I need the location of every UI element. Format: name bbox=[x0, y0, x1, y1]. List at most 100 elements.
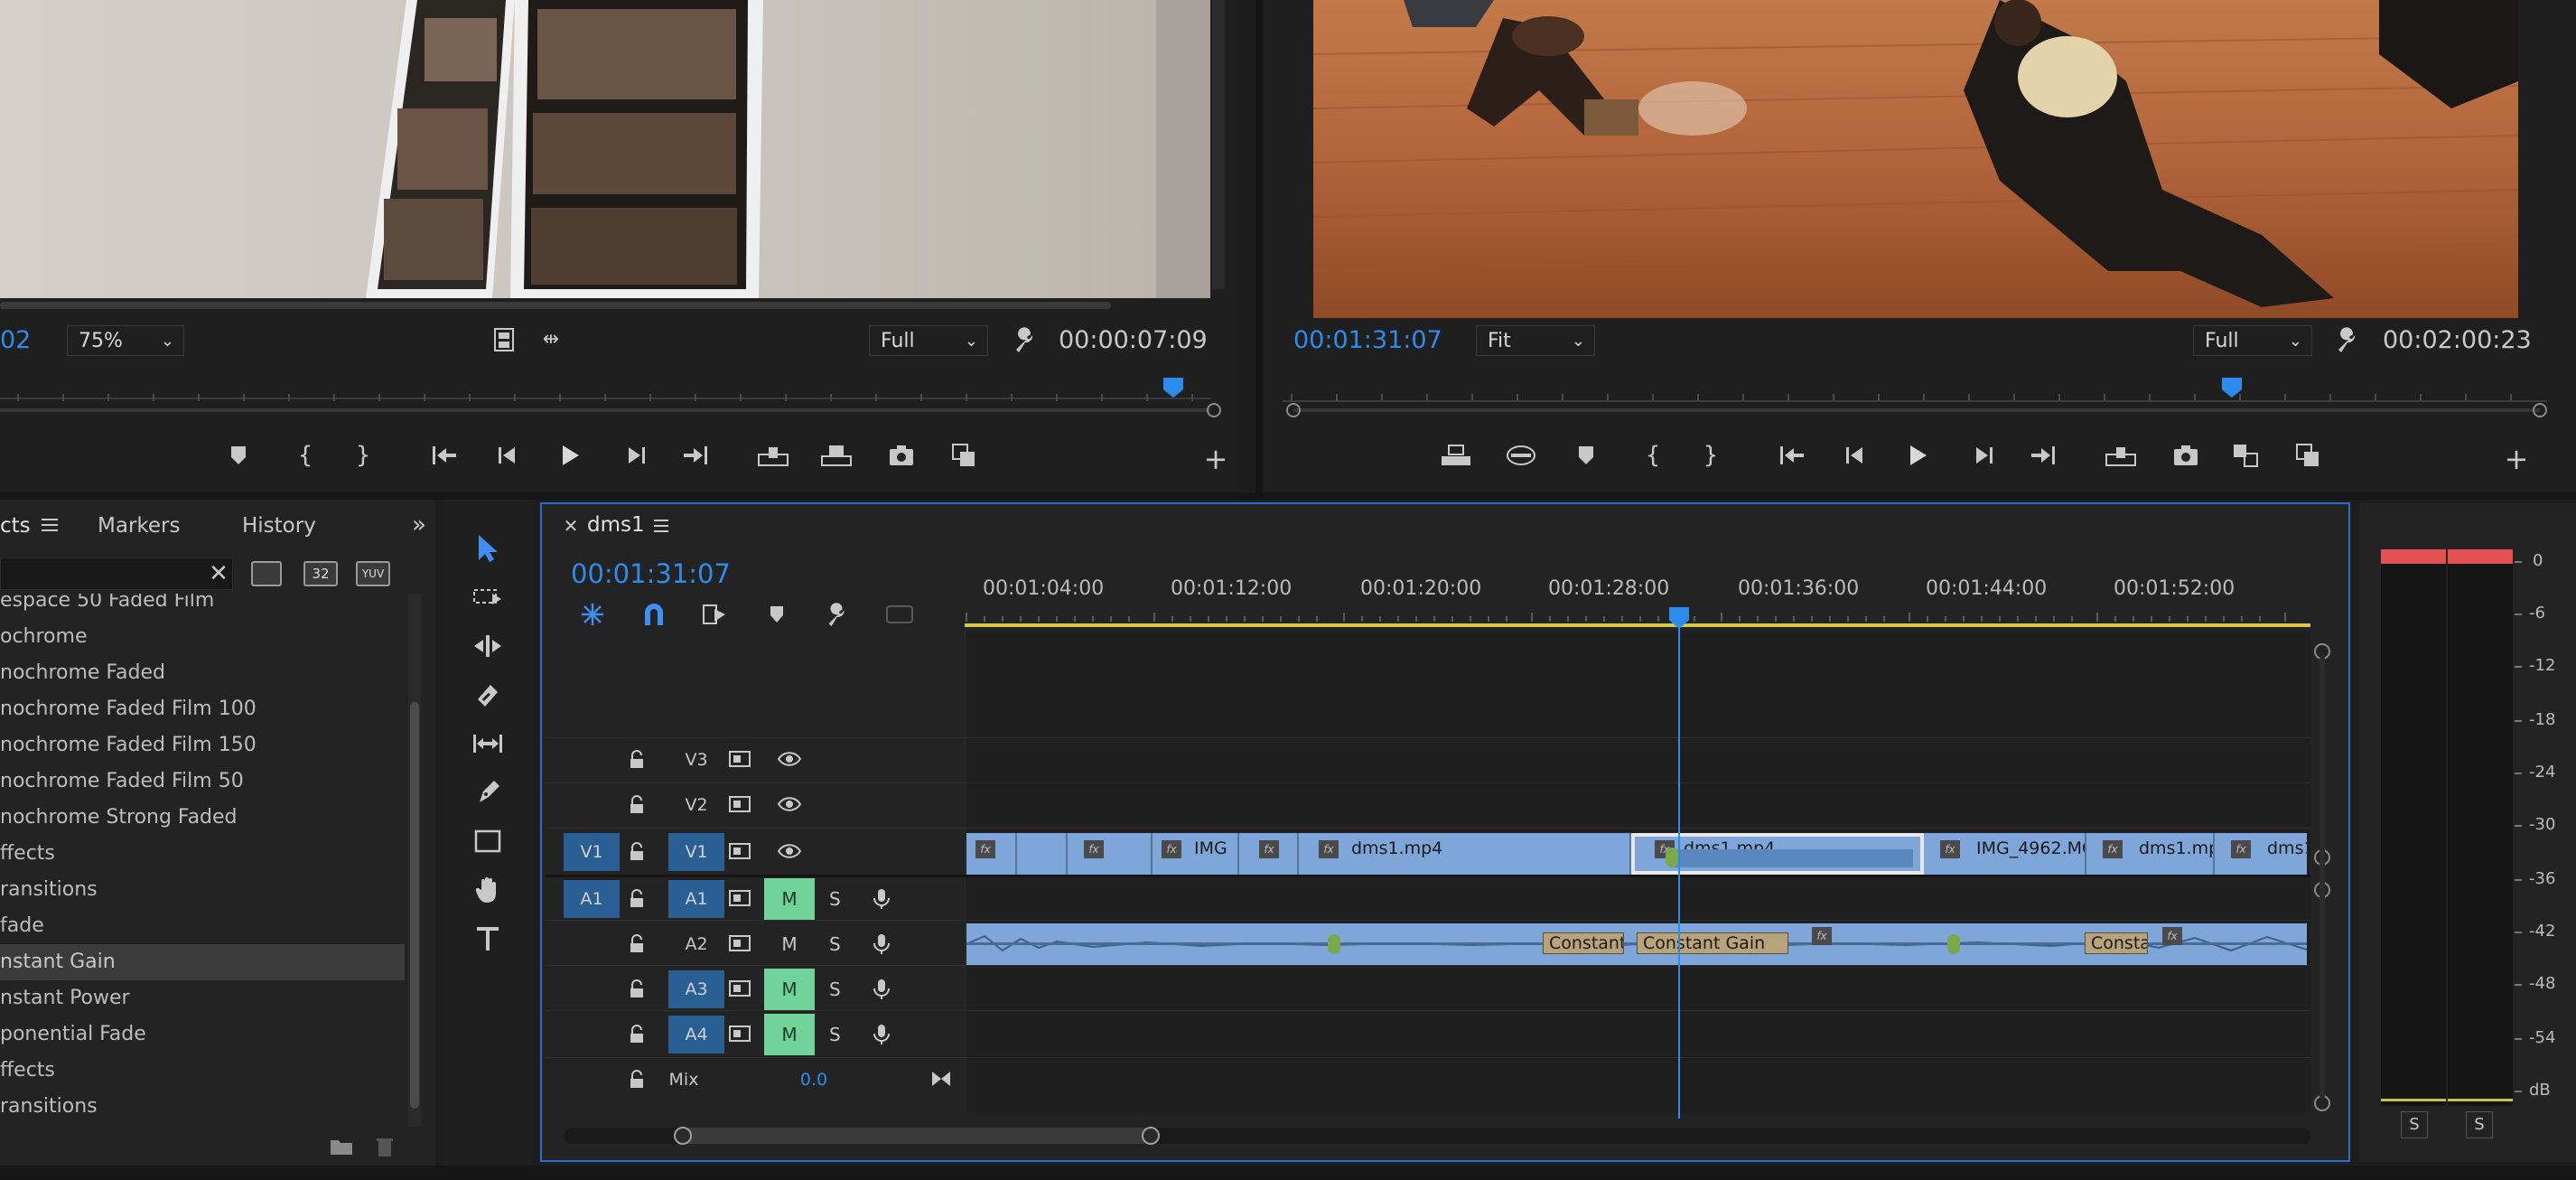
audio-transition-constant[interactable]: Constant bbox=[1543, 932, 1624, 954]
mix-volume-value[interactable]: 0.0 bbox=[786, 1061, 842, 1099]
list-item[interactable]: ffects bbox=[0, 1053, 405, 1089]
hamburger-menu-icon[interactable] bbox=[654, 519, 668, 532]
monitor-divider[interactable] bbox=[1255, 0, 1263, 492]
32-bit-effects-badge[interactable]: 32 bbox=[303, 561, 338, 586]
a2-audio-clip[interactable]: Constant Constant Gain fx Consta fx bbox=[966, 923, 2307, 965]
list-item[interactable]: ponential Fade bbox=[0, 1016, 405, 1053]
toggle-output-eye-icon[interactable] bbox=[777, 750, 802, 772]
program-zoom-handle-right[interactable] bbox=[2533, 403, 2547, 417]
snap-magnet-icon[interactable] bbox=[636, 596, 672, 632]
source-zoom-bar[interactable] bbox=[0, 408, 1210, 412]
track-lock-icon[interactable] bbox=[629, 889, 645, 913]
go-to-end-bowtie-icon[interactable] bbox=[930, 1070, 952, 1091]
add-marker-icon[interactable] bbox=[759, 596, 795, 632]
lift-icon[interactable] bbox=[1438, 437, 1474, 473]
mark-in-icon[interactable]: { bbox=[1635, 437, 1671, 473]
track-lock-icon[interactable] bbox=[629, 1025, 645, 1048]
timeline-playhead-line[interactable] bbox=[1678, 625, 1680, 1119]
track-label-v2[interactable]: V2 bbox=[668, 786, 724, 824]
source-resolution-dropdown[interactable]: Full ⌄ bbox=[869, 325, 988, 356]
solo-button-a2[interactable]: S bbox=[829, 923, 841, 965]
solo-button-a1[interactable]: S bbox=[829, 878, 841, 920]
list-item[interactable]: nstant Power bbox=[0, 980, 405, 1016]
go-to-in-icon[interactable] bbox=[426, 437, 462, 473]
timeline-scroll-handle-left[interactable] bbox=[674, 1127, 692, 1145]
audio-transition-consta[interactable]: Consta bbox=[2085, 932, 2148, 954]
track-label-v1[interactable]: V1 bbox=[668, 833, 724, 871]
track-lock-icon[interactable] bbox=[629, 750, 645, 773]
nest-sequence-icon[interactable] bbox=[574, 596, 611, 632]
wrench-icon[interactable] bbox=[1006, 322, 1042, 358]
track-lock-icon[interactable] bbox=[629, 1070, 645, 1093]
export-frame-camera-icon[interactable] bbox=[2168, 437, 2204, 473]
mute-button-a4[interactable]: M bbox=[764, 1014, 815, 1055]
effects-list-scroll-thumb[interactable] bbox=[410, 702, 419, 1109]
new-bin-folder-icon[interactable] bbox=[323, 1128, 359, 1165]
mark-in-icon[interactable]: { bbox=[287, 437, 323, 473]
clear-search-close-icon[interactable]: ✕ bbox=[201, 556, 237, 592]
timeline-settings-wrench-icon[interactable] bbox=[818, 596, 854, 632]
hamburger-menu-icon[interactable] bbox=[42, 518, 58, 532]
program-timecode[interactable]: 00:01:31:07 bbox=[1293, 325, 1442, 356]
sequence-tab[interactable]: dms1 bbox=[587, 511, 645, 538]
video-clip-dms1[interactable]: fx dms1.mp4 bbox=[1299, 833, 1631, 875]
toggle-sync-lock-film-icon[interactable] bbox=[728, 842, 751, 864]
toggle-sync-lock-film-icon[interactable] bbox=[728, 795, 751, 817]
slip-tool-icon[interactable] bbox=[461, 722, 515, 765]
go-to-out-icon[interactable] bbox=[677, 437, 714, 473]
source-horizontal-scrollbar[interactable] bbox=[0, 302, 1111, 309]
extract-icon[interactable] bbox=[1503, 437, 1539, 473]
timeline-scroll-handle-right[interactable] bbox=[1142, 1127, 1160, 1145]
timeline-horizontal-scrollbar[interactable] bbox=[564, 1127, 2310, 1145]
accelerated-effects-icon[interactable] bbox=[251, 561, 282, 586]
delete-trash-icon[interactable] bbox=[367, 1128, 403, 1165]
export-frame-camera-icon[interactable] bbox=[883, 437, 919, 473]
play-icon[interactable] bbox=[1900, 437, 1937, 473]
video-clip-dms1-d[interactable]: fx dms1 bbox=[2215, 833, 2307, 875]
track-label-a1[interactable]: A1 bbox=[668, 880, 724, 918]
track-lock-icon[interactable] bbox=[629, 795, 645, 819]
insert-icon[interactable] bbox=[755, 437, 791, 473]
source-patch-v1[interactable]: V1 bbox=[564, 833, 620, 871]
step-back-icon[interactable] bbox=[1837, 437, 1873, 473]
effects-list-scrollbar[interactable] bbox=[408, 594, 421, 1127]
program-zoom-handle-left[interactable] bbox=[1286, 403, 1301, 417]
step-back-icon[interactable] bbox=[490, 437, 526, 473]
mute-button-a2[interactable]: M bbox=[764, 923, 815, 965]
type-tool-icon[interactable] bbox=[461, 917, 515, 960]
toggle-proxies-icon[interactable] bbox=[2291, 437, 2327, 473]
track-label-v3[interactable]: V3 bbox=[668, 741, 724, 779]
video-clip-dms1-c[interactable]: fx dms1.mp bbox=[2086, 833, 2215, 875]
razor-tool-icon[interactable] bbox=[461, 673, 515, 716]
mark-out-icon[interactable]: } bbox=[1693, 437, 1729, 473]
timeline-timecode[interactable]: 00:01:31:07 bbox=[571, 558, 731, 589]
yuv-effects-badge[interactable]: YUV bbox=[356, 561, 390, 586]
video-clip[interactable]: fx bbox=[1068, 833, 1153, 875]
solo-left-button[interactable]: S bbox=[2401, 1111, 2428, 1138]
keyframe[interactable] bbox=[1666, 848, 1678, 867]
ripple-edit-tool-icon[interactable] bbox=[461, 624, 515, 668]
work-area-bar[interactable] bbox=[965, 623, 2310, 627]
tab-markers[interactable]: Markers bbox=[98, 512, 180, 539]
source-timecode[interactable]: 02 bbox=[0, 325, 31, 356]
program-zoom-bar[interactable] bbox=[1293, 408, 2540, 412]
voice-over-mic-icon[interactable] bbox=[873, 932, 891, 960]
list-item[interactable]: ransitions bbox=[0, 872, 405, 908]
track-select-tool-icon[interactable] bbox=[461, 576, 515, 619]
wrench-icon[interactable] bbox=[2329, 322, 2365, 358]
mark-out-icon[interactable]: } bbox=[345, 437, 381, 473]
list-item[interactable]: ransitions bbox=[0, 1089, 405, 1125]
video-clip[interactable]: fx bbox=[1239, 833, 1299, 875]
mute-button-a3[interactable]: M bbox=[764, 969, 815, 1010]
close-sequence-icon[interactable]: ✕ bbox=[553, 508, 589, 544]
list-item[interactable]: nochrome Faded Film 100 bbox=[0, 691, 405, 727]
list-item[interactable]: fade bbox=[0, 908, 405, 944]
step-forward-icon[interactable] bbox=[618, 437, 654, 473]
insert-icon[interactable] bbox=[2103, 437, 2139, 473]
track-lock-icon[interactable] bbox=[629, 842, 645, 866]
track-label-a2[interactable]: A2 bbox=[668, 925, 724, 963]
go-to-out-icon[interactable] bbox=[2025, 437, 2061, 473]
solo-button-a3[interactable]: S bbox=[829, 969, 841, 1010]
add-marker-icon[interactable] bbox=[220, 437, 257, 473]
overwrite-icon[interactable] bbox=[818, 437, 854, 473]
